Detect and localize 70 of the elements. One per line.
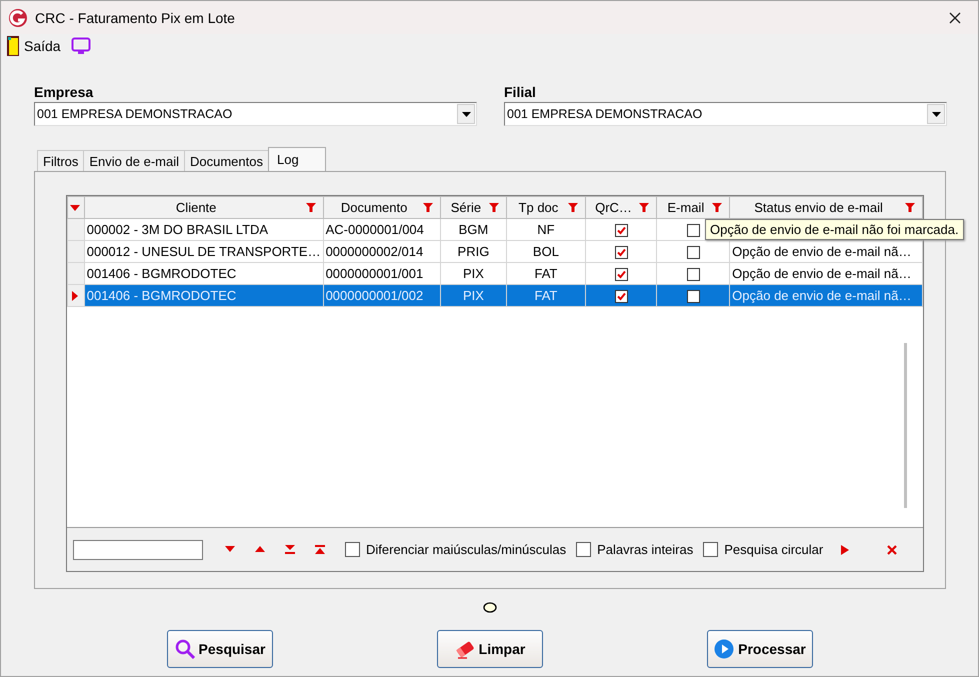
dropdown-arrow-icon [462, 112, 470, 116]
table-cell: FAT [506, 284, 586, 306]
sort-arrow-icon [70, 204, 80, 210]
checkbox[interactable] [614, 246, 628, 260]
last-arrow-icon [285, 545, 295, 554]
filter-icon [712, 203, 722, 212]
checkbox-option[interactable]: Palavras inteiras [576, 542, 694, 557]
column-header[interactable]: Documento [323, 196, 440, 218]
filter-icon [568, 203, 578, 212]
column-header[interactable]: Status envio de e-mail [730, 196, 922, 218]
close-icon [949, 12, 961, 24]
table-cell: 000012 - UNESUL DE TRANSPORTE… [84, 240, 324, 262]
first-arrow-icon [315, 545, 325, 554]
scrollbar[interactable] [904, 343, 907, 508]
process-button[interactable]: Processar [707, 630, 813, 668]
up-arrow-icon [255, 545, 265, 554]
checkbox[interactable] [614, 224, 628, 238]
search-button[interactable]: Pesquisar [167, 630, 273, 668]
column-header[interactable]: Cliente [84, 196, 324, 218]
checkbox[interactable] [686, 224, 700, 238]
monitor-icon [70, 37, 91, 55]
table-cell: 0000000002/014 [323, 240, 440, 262]
tab[interactable]: Log [268, 147, 326, 171]
play-icon [841, 544, 850, 554]
window-title: CRC - Faturamento Pix em Lote [35, 10, 236, 26]
checkbox-option[interactable]: Diferenciar maiúsculas/minúsculas [345, 542, 566, 557]
checkbox[interactable] [614, 268, 628, 282]
app-logo-icon [8, 8, 28, 28]
checkbox[interactable] [686, 268, 700, 282]
search-icon [174, 639, 195, 659]
filter-icon [422, 203, 433, 212]
table-cell: AC-0000001/004 [323, 218, 440, 240]
checkbox-option[interactable]: Pesquisa circular [703, 542, 824, 557]
table-cell: BOL [506, 240, 586, 262]
close-icon [887, 544, 898, 554]
table-cell: 001406 - BGMRODOTEC [84, 284, 324, 306]
table-cell: 000002 - 3M DO BRASIL LTDA [84, 218, 324, 240]
table-cell: Opção de envio de e-mail nã… [730, 284, 922, 306]
filter-icon [306, 203, 316, 212]
filter-icon [489, 203, 500, 212]
row-indicator[interactable] [68, 284, 84, 306]
table-cell: 0000000001/002 [323, 284, 440, 306]
tab[interactable]: Filtros [37, 150, 84, 171]
play-icon [714, 639, 734, 659]
table-cell: PRIG [440, 240, 507, 262]
column-header[interactable]: E-mail [656, 196, 730, 218]
dropdown-arrow-icon [932, 112, 940, 116]
door-icon [7, 36, 19, 56]
filter-icon [905, 203, 915, 212]
dropdown-field[interactable]: 001 EMPRESA DEMONSTRACAO [34, 102, 477, 126]
table-cell: NF [506, 218, 586, 240]
dropdown-field[interactable]: 001 EMPRESA DEMONSTRACAO [504, 102, 947, 126]
clear-button[interactable]: Limpar [437, 630, 543, 668]
column-header[interactable]: Tp doc [506, 196, 586, 218]
field-label: Empresa [34, 84, 94, 100]
exit-button[interactable]: Saída [7, 36, 61, 56]
monitor-button[interactable] [70, 37, 91, 55]
column-header[interactable]: Série [440, 196, 507, 218]
search-field[interactable] [73, 540, 203, 560]
filter-icon [639, 203, 650, 212]
column-header[interactable]: QrC… [585, 196, 657, 218]
tooltip: Opção de envio de e-mail não foi marcada. [705, 219, 964, 240]
checkbox[interactable] [614, 290, 628, 304]
table-cell: BGM [440, 218, 507, 240]
checkbox[interactable] [686, 290, 700, 304]
checkbox[interactable] [686, 246, 700, 260]
down-arrow-icon [225, 545, 235, 554]
row-pointer-icon [72, 290, 78, 300]
table-cell: PIX [440, 284, 507, 306]
field-label: Filial [504, 84, 537, 100]
